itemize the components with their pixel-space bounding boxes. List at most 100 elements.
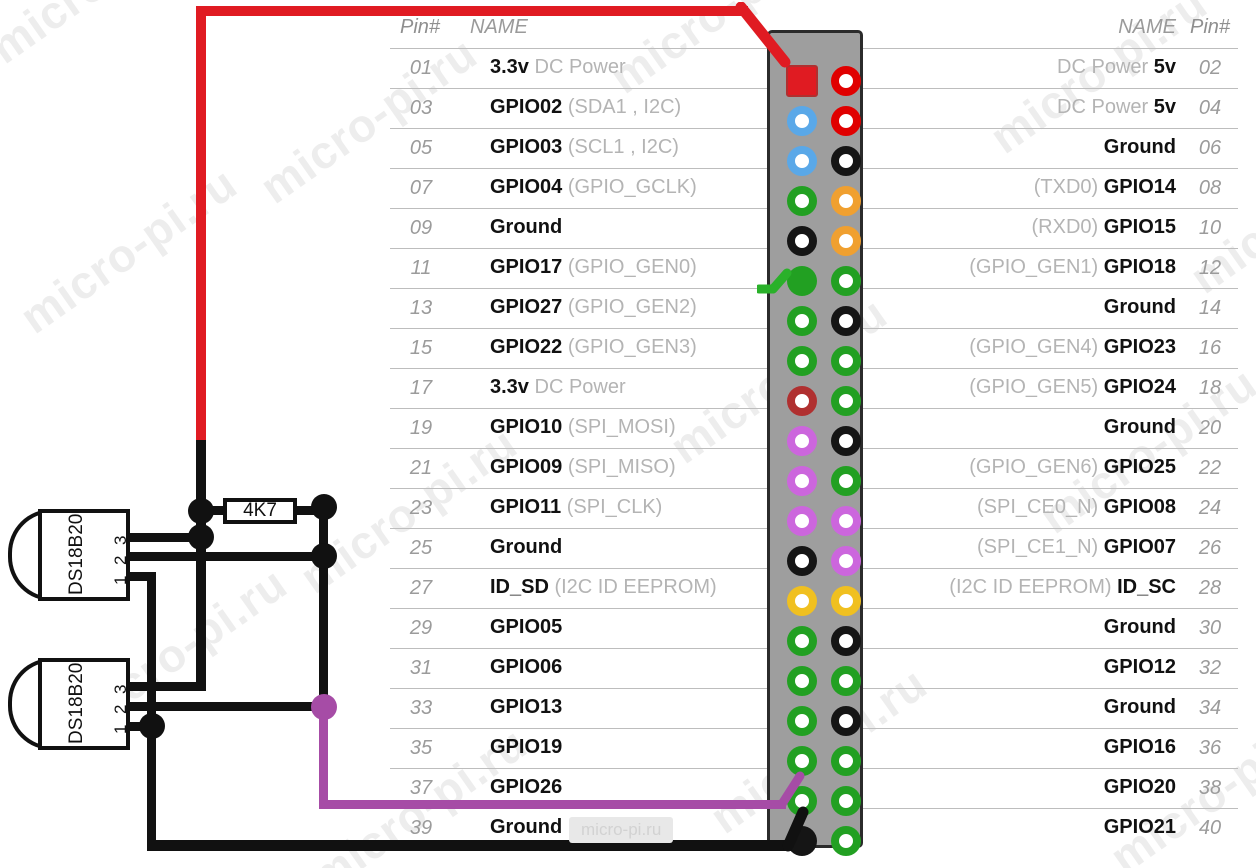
wire-sensor2-pin2 bbox=[128, 702, 324, 711]
sensor-pin-number: 1 bbox=[111, 575, 130, 585]
pin-name-right: GPIO16 bbox=[1103, 736, 1176, 758]
pin-name-right: (I2C ID EEPROM) ID_SC bbox=[949, 576, 1176, 598]
pin-number-left: 17 bbox=[409, 377, 433, 399]
header-pin-26[interactable] bbox=[831, 546, 861, 576]
header-pin-12[interactable] bbox=[831, 266, 861, 296]
header-name-left: NAME bbox=[470, 16, 528, 38]
row-divider bbox=[862, 488, 1238, 489]
header-pin-04[interactable] bbox=[831, 106, 861, 136]
pin-number-left: 11 bbox=[410, 257, 432, 279]
junction-dot bbox=[311, 543, 337, 569]
header-pin-29[interactable] bbox=[787, 626, 817, 656]
header-pin-36[interactable] bbox=[831, 746, 861, 776]
header-pin-25[interactable] bbox=[787, 546, 817, 576]
row-divider bbox=[862, 328, 1238, 329]
header-pin-30[interactable] bbox=[831, 626, 861, 656]
pin-name-right: GPIO12 bbox=[1103, 656, 1176, 678]
header-pin-09[interactable] bbox=[787, 226, 817, 256]
header-pin-14[interactable] bbox=[831, 306, 861, 336]
header-pin-07[interactable] bbox=[787, 186, 817, 216]
header-pin-34[interactable] bbox=[831, 706, 861, 736]
pin-number-right: 10 bbox=[1198, 217, 1222, 239]
watermark: micro-pi.ru bbox=[10, 156, 247, 344]
header-pin-18[interactable] bbox=[831, 386, 861, 416]
pin-name-left: GPIO19 bbox=[490, 736, 563, 758]
pin-number-left: 03 bbox=[409, 97, 433, 119]
pin-name-right: (GPIO_GEN4) GPIO23 bbox=[969, 336, 1176, 358]
junction-dot-purple bbox=[311, 694, 337, 720]
row-divider bbox=[390, 568, 767, 569]
pin-name-left: 3.3v DC Power bbox=[490, 56, 626, 78]
sensor-pin-number: 2 bbox=[111, 555, 130, 565]
pin-number-right: 04 bbox=[1198, 97, 1222, 119]
pin-name-right: GPIO21 bbox=[1103, 816, 1176, 838]
header-pin-05[interactable] bbox=[787, 146, 817, 176]
sensor-pin-number: 3 bbox=[111, 535, 130, 545]
pin-number-left: 31 bbox=[409, 657, 433, 679]
header-pin-33[interactable] bbox=[787, 706, 817, 736]
pin-name-left: GPIO02 (SDA1 , I2C) bbox=[490, 96, 682, 118]
row-divider bbox=[390, 88, 767, 89]
header-pin-23[interactable] bbox=[787, 506, 817, 536]
resistor-label: 4K7 bbox=[243, 500, 277, 521]
diagram-canvas: micro-pi.ru micro-pi.ru micro-pi.ru micr… bbox=[0, 0, 1256, 868]
header-pin-13[interactable] bbox=[787, 306, 817, 336]
header-pin-16[interactable] bbox=[831, 346, 861, 376]
sensor-pin-number: 3 bbox=[111, 684, 130, 694]
header-pin-08[interactable] bbox=[831, 186, 861, 216]
wire-red-top-horizontal bbox=[196, 6, 748, 16]
header-pin-24[interactable] bbox=[831, 506, 861, 536]
pin-number-left: 35 bbox=[409, 737, 433, 759]
header-pin-28[interactable] bbox=[831, 586, 861, 616]
row-divider bbox=[862, 648, 1238, 649]
row-divider bbox=[390, 288, 767, 289]
pin-number-left: 13 bbox=[409, 297, 433, 319]
header-pin-21[interactable] bbox=[787, 466, 817, 496]
pin-name-right: Ground bbox=[1103, 296, 1176, 318]
header-pin-27[interactable] bbox=[787, 586, 817, 616]
row-divider bbox=[390, 608, 767, 609]
header-pin-20[interactable] bbox=[831, 426, 861, 456]
wire-purple-vertical bbox=[319, 705, 328, 805]
pin-name-left: GPIO22 (GPIO_GEN3) bbox=[490, 336, 697, 358]
header-pin-02[interactable] bbox=[831, 66, 861, 96]
row-divider bbox=[390, 208, 767, 209]
header-pin-10[interactable] bbox=[831, 226, 861, 256]
watermark: micro-pi.ru bbox=[0, 0, 217, 74]
pin-name-left: GPIO11 (SPI_CLK) bbox=[490, 496, 663, 518]
wire-black-ground-to-pin39 bbox=[770, 806, 810, 852]
row-divider bbox=[390, 168, 767, 169]
header-pin-31[interactable] bbox=[787, 666, 817, 696]
header-pin-17[interactable] bbox=[787, 386, 817, 416]
pin-number-left: 21 bbox=[409, 457, 433, 479]
header-pin-22[interactable] bbox=[831, 466, 861, 496]
watermark-badge: micro-pi.ru bbox=[569, 817, 674, 843]
row-divider bbox=[862, 168, 1238, 169]
header-pin-06[interactable] bbox=[831, 146, 861, 176]
pin-name-left: GPIO27 (GPIO_GEN2) bbox=[490, 296, 697, 318]
wire-sensor2-pin3 bbox=[128, 682, 206, 691]
pin-number-left: 01 bbox=[409, 57, 433, 79]
pin-number-right: 22 bbox=[1198, 457, 1222, 479]
pin-name-right: DC Power 5v bbox=[1057, 56, 1176, 78]
pin-number-left: 29 bbox=[409, 617, 433, 639]
row-divider bbox=[390, 368, 767, 369]
sensor-pin-number: 1 bbox=[111, 724, 130, 734]
pin-number-left: 39 bbox=[409, 817, 433, 839]
pin-name-right: (GPIO_GEN6) GPIO25 bbox=[969, 456, 1176, 478]
pin-number-right: 40 bbox=[1198, 817, 1222, 839]
pin-name-left: 3.3v DC Power bbox=[490, 376, 626, 398]
header-pin-19[interactable] bbox=[787, 426, 817, 456]
pin-name-right: Ground bbox=[1103, 696, 1176, 718]
header-pin-32[interactable] bbox=[831, 666, 861, 696]
pin-name-right: (SPI_CE1_N) GPIO07 bbox=[977, 536, 1176, 558]
row-divider bbox=[862, 688, 1238, 689]
pin-number-left: 23 bbox=[409, 497, 433, 519]
header-pin-38[interactable] bbox=[831, 786, 861, 816]
header-pin-40[interactable] bbox=[831, 826, 861, 856]
pin-name-left: GPIO17 (GPIO_GEN0) bbox=[490, 256, 697, 278]
header-pin-15[interactable] bbox=[787, 346, 817, 376]
pin-number-right: 02 bbox=[1198, 57, 1222, 79]
header-pin-01[interactable] bbox=[786, 65, 818, 97]
header-pin-03[interactable] bbox=[787, 106, 817, 136]
